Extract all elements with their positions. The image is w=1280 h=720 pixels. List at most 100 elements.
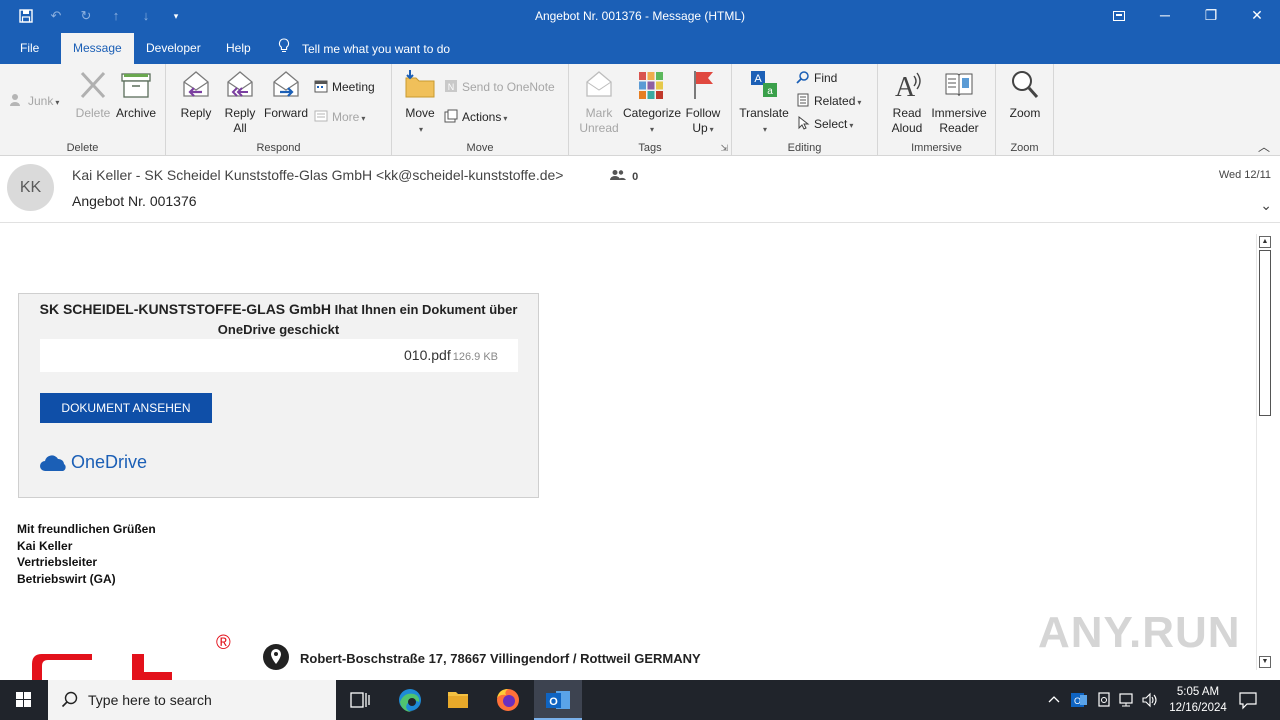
signature-line: Vertriebsleiter	[17, 555, 98, 569]
select-button[interactable]: Select ▾	[796, 115, 853, 133]
flag-icon	[687, 68, 719, 102]
firefox-icon[interactable]	[484, 680, 532, 720]
junk-button[interactable]: Junk ▾	[10, 92, 59, 110]
file-size: 126.9 KB	[452, 351, 498, 363]
tab-message[interactable]: Message	[61, 33, 134, 64]
related-icon	[796, 93, 810, 107]
signature-line: Mit freundlichen Grüßen	[17, 522, 156, 536]
tags-dialog-launcher-icon[interactable]: ⇲	[720, 143, 728, 154]
message-date: Wed 12/11	[1218, 169, 1271, 181]
tags-group: Mark Unread Categorize ▾ Follow Up ▾ Tags …	[569, 64, 732, 156]
company-address: Robert-Boschstraße 17, 78667 Villingendo…	[300, 651, 701, 666]
move-button[interactable]: Move ▾	[400, 68, 440, 137]
move-group: Move ▾ N Send to OneNote Actions ▾ Move	[392, 64, 569, 156]
delete-icon	[77, 68, 109, 102]
send-to-onenote-button[interactable]: N Send to OneNote	[444, 78, 555, 96]
tags-group-label: Tags	[638, 142, 662, 154]
file-attachment-box[interactable]: 010.pdf 126.9 KB	[40, 339, 518, 372]
file-explorer-icon[interactable]	[434, 680, 482, 720]
network-icon[interactable]	[1118, 691, 1136, 712]
svg-text:a: a	[767, 86, 773, 97]
svg-text:N: N	[448, 82, 455, 92]
zoom-button[interactable]: Zoom	[1004, 68, 1046, 121]
ribbon-tabs: File Message Developer Help Tell me what…	[0, 33, 1280, 64]
tab-help[interactable]: Help	[214, 33, 263, 64]
location-pin-icon	[263, 644, 289, 673]
junk-icon	[10, 93, 24, 107]
categorize-button[interactable]: Categorize ▾	[623, 68, 681, 137]
find-button[interactable]: Find	[796, 69, 837, 87]
scroll-thumb[interactable]	[1259, 250, 1271, 416]
meeting-button[interactable]: Meeting	[314, 78, 375, 96]
show-hidden-icons-icon[interactable]	[1046, 691, 1062, 710]
svg-text:A: A	[895, 72, 916, 102]
onenote-icon: N	[444, 79, 458, 93]
translate-button[interactable]: Aa Translate ▾	[738, 68, 790, 137]
restore-icon[interactable]: ❐	[1188, 0, 1234, 33]
outlook-tray-icon[interactable]: O	[1070, 691, 1088, 712]
actions-button[interactable]: Actions ▾	[444, 108, 507, 126]
ribbon: Junk ▾ Delete Archive Delete Reply Reply …	[0, 64, 1280, 156]
taskbar-clock[interactable]: 5:05 AM 12/16/2024	[1160, 684, 1236, 716]
mark-unread-button[interactable]: Mark Unread	[575, 68, 623, 136]
mark-unread-icon	[583, 68, 615, 102]
edge-browser-icon[interactable]	[386, 680, 434, 720]
taskbar-search[interactable]: Type here to search	[48, 680, 336, 720]
search-placeholder: Type here to search	[88, 692, 212, 708]
avatar[interactable]: KK	[7, 164, 54, 211]
categorize-icon	[635, 68, 667, 102]
collapse-ribbon-icon[interactable]: ︿	[1258, 138, 1270, 155]
clock-date: 12/16/2024	[1169, 702, 1227, 714]
immersive-group: A Read Aloud Immersive Reader Immersive	[878, 64, 996, 156]
view-document-button[interactable]: DOKUMENT ANSEHEN	[40, 393, 212, 423]
task-view-icon[interactable]	[336, 680, 384, 720]
more-respond-button[interactable]: More ▾	[314, 108, 365, 126]
tell-me-search[interactable]: Tell me what you want to do	[278, 33, 450, 64]
respond-group-label: Respond	[256, 142, 301, 154]
forward-button[interactable]: Forward	[262, 68, 310, 121]
signature-line: Kai Keller	[17, 538, 73, 553]
email-footer: ® Robert-Boschstraße 17, 78667 Villingen…	[28, 632, 828, 680]
svg-text:O: O	[549, 696, 558, 708]
registered-mark: ®	[216, 632, 231, 654]
follow-up-button[interactable]: Follow Up ▾	[681, 68, 725, 137]
actions-icon	[444, 109, 458, 123]
related-button[interactable]: Related ▾	[796, 92, 861, 110]
outlook-taskbar-icon[interactable]: O	[534, 680, 582, 720]
anyrun-watermark: ANY.RUN	[1038, 608, 1241, 657]
signature: Mit freundlichen Grüßen Kai Keller Vertr…	[17, 521, 156, 587]
read-aloud-button[interactable]: A Read Aloud	[884, 68, 930, 136]
editing-group-label: Editing	[787, 142, 822, 154]
card-title: SK SCHEIDEL-KUNSTSTOFFE-GLAS GmbH Ihat I…	[39, 301, 518, 337]
notifications-icon[interactable]	[1238, 690, 1258, 713]
editing-group: Aa Translate ▾ Find Related ▾ Select ▾ Edit…	[732, 64, 878, 156]
scroll-up-icon[interactable]: ▲	[1259, 236, 1271, 248]
tab-developer[interactable]: Developer	[134, 33, 213, 64]
tab-file[interactable]: File	[8, 33, 51, 64]
vertical-scrollbar[interactable]: ▲ ▼	[1256, 234, 1272, 670]
zoom-group: Zoom Zoom	[996, 64, 1054, 156]
reply-all-button[interactable]: Reply All	[218, 68, 262, 136]
archive-button[interactable]: Archive	[114, 68, 158, 121]
sender-line[interactable]: Kai Keller - SK Scheidel Kunststoffe-Gla…	[72, 167, 563, 183]
scroll-down-icon[interactable]: ▼	[1259, 656, 1271, 668]
svg-text:A: A	[754, 73, 762, 85]
read-aloud-icon: A	[891, 68, 923, 103]
minimize-icon[interactable]: ─	[1142, 0, 1188, 33]
ribbon-display-options-icon[interactable]	[1096, 0, 1142, 33]
window-title: Angebot Nr. 001376 - Message (HTML)	[534, 9, 746, 23]
forward-icon	[270, 68, 302, 102]
expand-header-icon[interactable]: ⌄	[1260, 197, 1272, 214]
title-bar: ↶ ↻ ↑ ↓ ▾ Angebot Nr. 001376 - Message (…	[0, 0, 1280, 33]
start-button[interactable]	[0, 680, 48, 720]
people-count[interactable]: 0	[610, 169, 638, 183]
windows-logo-icon	[16, 692, 31, 707]
reply-button[interactable]: Reply	[174, 68, 218, 121]
volume-icon[interactable]	[1141, 691, 1159, 712]
immersive-reader-button[interactable]: Immersive Reader	[930, 68, 988, 136]
close-icon[interactable]: ✕	[1234, 0, 1280, 33]
delete-button[interactable]: Delete	[74, 68, 112, 121]
tell-me-label: Tell me what you want to do	[302, 42, 451, 56]
device-tray-icon[interactable]	[1095, 691, 1113, 712]
respond-group: Reply Reply All Forward Meeting More ▾ Re…	[166, 64, 392, 156]
